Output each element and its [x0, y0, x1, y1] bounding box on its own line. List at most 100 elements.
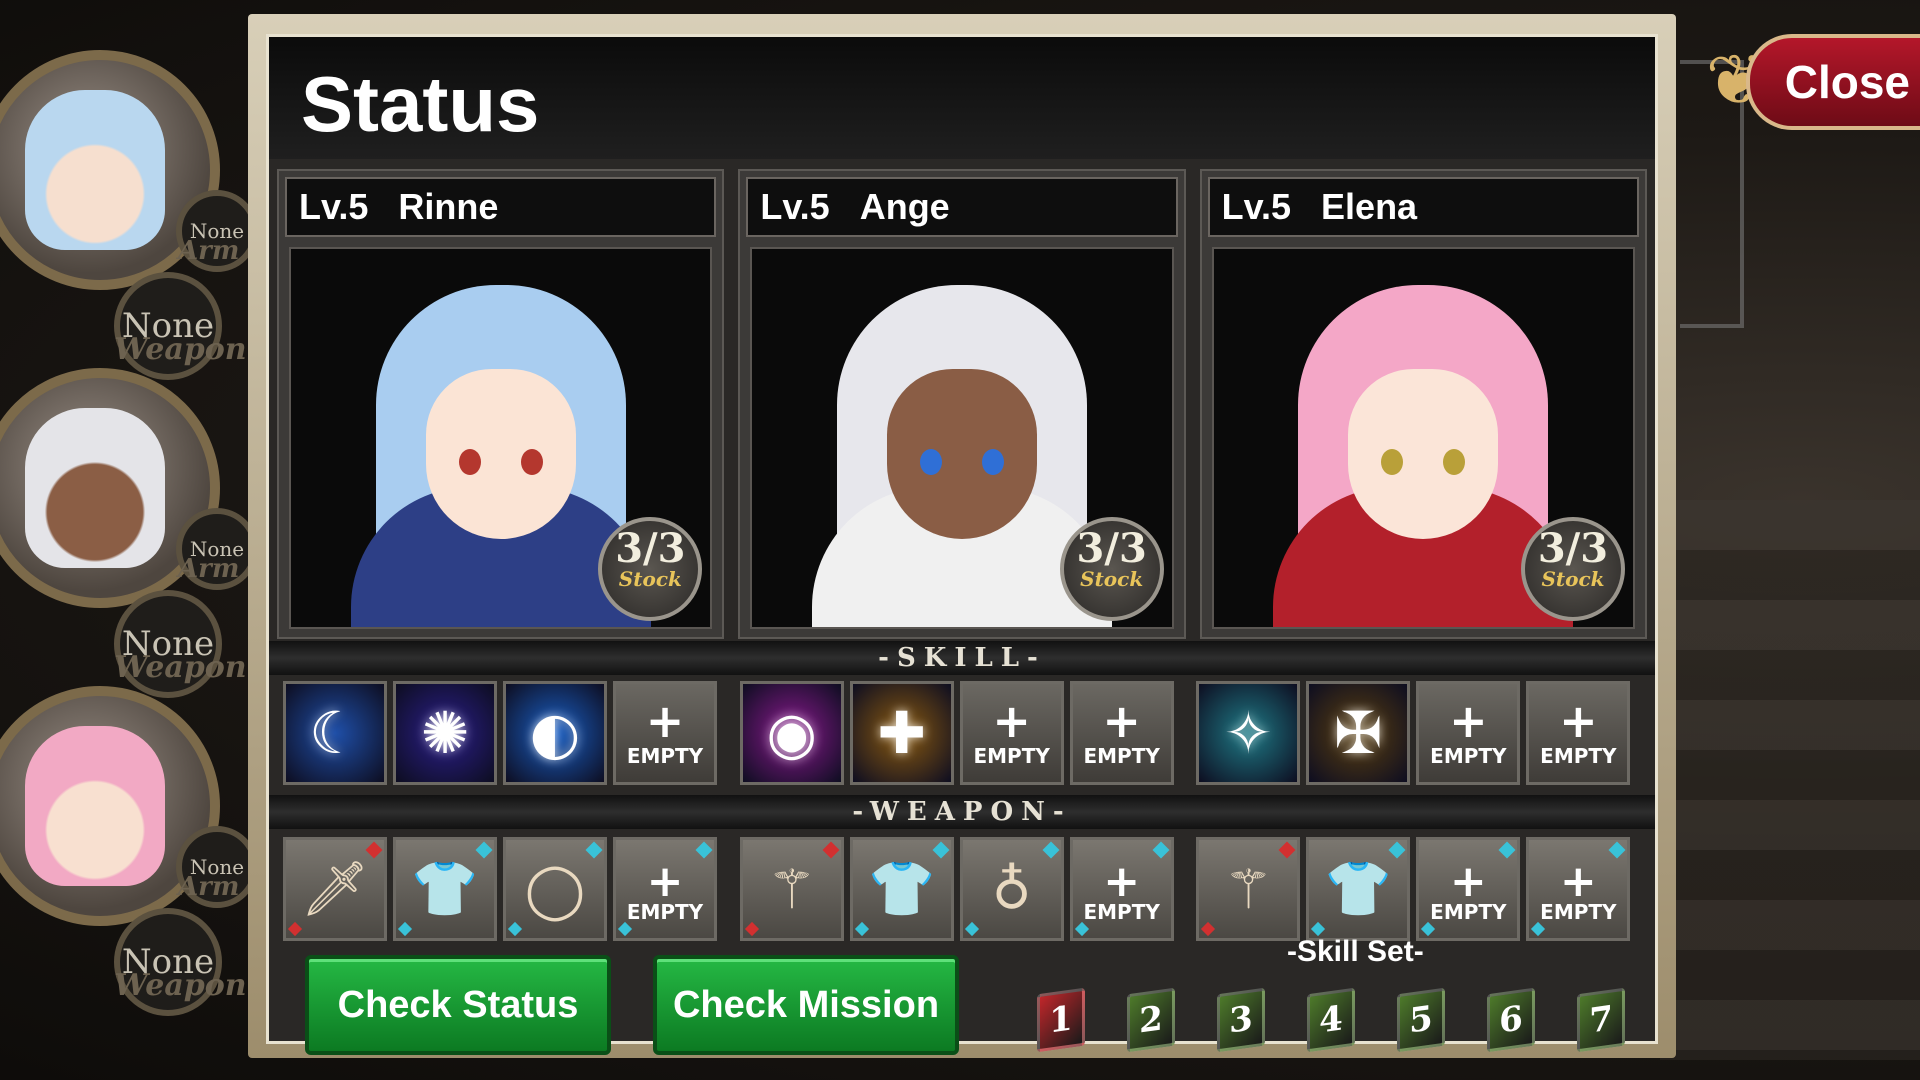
- slot-gem-icon: [1608, 841, 1626, 859]
- tunic-icon: 👕: [868, 857, 936, 920]
- portrait-face: [1348, 369, 1499, 539]
- equipment-group-1: 🗡 👕 ◯ + EMPTY: [277, 837, 734, 941]
- skill-slot[interactable]: ☾: [283, 681, 387, 785]
- party-portrait-face: [25, 408, 165, 568]
- skill-set-book-2[interactable]: 2: [1127, 987, 1175, 1053]
- empty-skill-slot[interactable]: + EMPTY: [1526, 681, 1631, 785]
- stock-badge: 3/3 Stock: [598, 517, 703, 621]
- slot-gem-icon: [1311, 921, 1326, 937]
- empty-label: EMPTY: [1540, 744, 1617, 768]
- party-member-2[interactable]: None Arm None Weapon: [0, 358, 258, 698]
- slot-gem-icon: [1421, 921, 1436, 937]
- slot-gem-icon: [287, 921, 303, 937]
- empty-label: EMPTY: [1083, 900, 1160, 924]
- skill-slot[interactable]: ◐: [503, 681, 607, 785]
- water-spirit-icon: ✧: [1224, 699, 1273, 767]
- plus-icon: +: [992, 694, 1031, 748]
- equipment-slot[interactable]: ⚚: [1196, 837, 1301, 941]
- empty-label: EMPTY: [1083, 744, 1160, 768]
- stock-label: Stock: [618, 567, 682, 591]
- character-card-rinne[interactable]: Lv.5 Rinne 3/3 Stock: [277, 169, 725, 639]
- equipment-slot[interactable]: ◯: [503, 837, 607, 941]
- skill-slot[interactable]: ✚: [849, 681, 954, 785]
- empty-skill-slot[interactable]: + EMPTY: [1069, 681, 1174, 785]
- empty-equipment-slot[interactable]: + EMPTY: [1416, 837, 1521, 941]
- slot-gem-icon: [365, 841, 383, 859]
- empty-skill-slot[interactable]: + EMPTY: [613, 681, 717, 785]
- slot-gem-icon: [617, 921, 633, 937]
- skill-set-book-1[interactable]: 1: [1037, 987, 1085, 1053]
- staff-icon: ⚚: [767, 857, 816, 921]
- slot-gem-icon: [932, 841, 950, 859]
- stock-label: Stock: [1541, 567, 1605, 591]
- holy-tome-icon: ✚: [877, 699, 926, 767]
- armor-caption: Arm: [178, 554, 240, 584]
- weapon-caption: Weapon: [114, 968, 247, 1003]
- party-member-3[interactable]: None Arm None Weapon: [0, 676, 258, 1016]
- character-level: Lv.5: [760, 186, 830, 227]
- slot-gem-icon: [964, 921, 979, 937]
- empty-label: EMPTY: [973, 744, 1050, 768]
- slot-gem-icon: [1531, 921, 1546, 937]
- equipment-slot[interactable]: 🗡: [283, 837, 387, 941]
- portrait-eye: [981, 449, 1004, 475]
- skill-slot[interactable]: ✠: [1306, 681, 1411, 785]
- skill-slot[interactable]: ✧: [1196, 681, 1301, 785]
- slot-gem-icon: [1388, 841, 1406, 859]
- empty-skill-slot[interactable]: + EMPTY: [959, 681, 1064, 785]
- burst-aura-icon: ✺: [420, 699, 470, 767]
- slot-gem-icon: [475, 841, 493, 859]
- slot-gem-icon: [1498, 841, 1516, 859]
- plus-icon: +: [1102, 694, 1141, 748]
- skill-set-book-6[interactable]: 6: [1487, 987, 1535, 1053]
- skill-header: -SKILL-: [269, 641, 1655, 675]
- character-name: Ange: [859, 186, 950, 227]
- close-button[interactable]: Close: [1746, 34, 1920, 130]
- party-sidebar: None Arm None Weapon None Arm None Weapon None Ar…: [0, 40, 258, 1016]
- slot-gem-icon: [1152, 841, 1170, 859]
- skill-slot[interactable]: ◉: [739, 681, 844, 785]
- equipment-slot[interactable]: ⚚: [739, 837, 844, 941]
- equipment-slot[interactable]: 👕: [393, 837, 497, 941]
- weapon-row: 🗡 👕 ◯ + EMPTY ⚚ 👕 ♁ + EMPTY ⚚ 👕 + EMPTY + EMPTY: [277, 837, 1647, 941]
- check-status-button[interactable]: Check Status: [305, 955, 611, 1055]
- plus-icon: +: [1449, 694, 1488, 748]
- portrait-eye: [458, 449, 481, 475]
- equipment-slot[interactable]: 👕: [1306, 837, 1411, 941]
- empty-equipment-slot[interactable]: + EMPTY: [613, 837, 717, 941]
- skill-set-book-4[interactable]: 4: [1307, 987, 1355, 1053]
- tunic-icon: 👕: [1324, 857, 1392, 920]
- check-mission-button[interactable]: Check Mission: [653, 955, 959, 1055]
- character-portrait: 3/3 Stock: [750, 247, 1174, 629]
- party-member-1[interactable]: None Arm None Weapon: [0, 40, 258, 380]
- skill-set-book-3[interactable]: 3: [1217, 987, 1265, 1053]
- character-card-elena[interactable]: Lv.5 Elena 3/3 Stock: [1199, 169, 1647, 639]
- plus-icon: +: [1449, 856, 1487, 907]
- empty-label: EMPTY: [1430, 900, 1507, 924]
- character-level: Lv.5: [1221, 186, 1292, 227]
- slot-gem-icon: [822, 841, 840, 859]
- slot-gem-icon: [695, 841, 713, 859]
- ring-icon: ◯: [524, 857, 586, 921]
- stock-label: Stock: [1080, 567, 1144, 591]
- slot-gem-icon: [1042, 841, 1060, 859]
- page-title: Status: [301, 60, 540, 148]
- moon-wave-icon: ◐: [529, 699, 581, 767]
- skill-set-book-7[interactable]: 7: [1577, 987, 1625, 1053]
- armor-caption: Arm: [178, 872, 240, 902]
- magic-orb-icon: ◉: [766, 699, 817, 767]
- empty-skill-slot[interactable]: + EMPTY: [1416, 681, 1521, 785]
- equipment-slot[interactable]: ♁: [959, 837, 1064, 941]
- character-card-ange[interactable]: Lv.5 Ange 3/3 Stock: [738, 169, 1186, 639]
- empty-equipment-slot[interactable]: + EMPTY: [1069, 837, 1174, 941]
- skill-slot[interactable]: ✺: [393, 681, 497, 785]
- slot-gem-icon: [854, 921, 869, 937]
- equipment-slot[interactable]: 👕: [849, 837, 954, 941]
- plus-icon: +: [1559, 694, 1598, 748]
- golden-cross-icon: ✠: [1334, 699, 1383, 767]
- skill-set-book-5[interactable]: 5: [1397, 987, 1445, 1053]
- skill-group-1: ☾ ✺ ◐ + EMPTY: [277, 681, 734, 785]
- empty-equipment-slot[interactable]: + EMPTY: [1526, 837, 1631, 941]
- character-name-bar: Lv.5 Elena: [1207, 177, 1639, 237]
- portrait-face: [425, 369, 576, 539]
